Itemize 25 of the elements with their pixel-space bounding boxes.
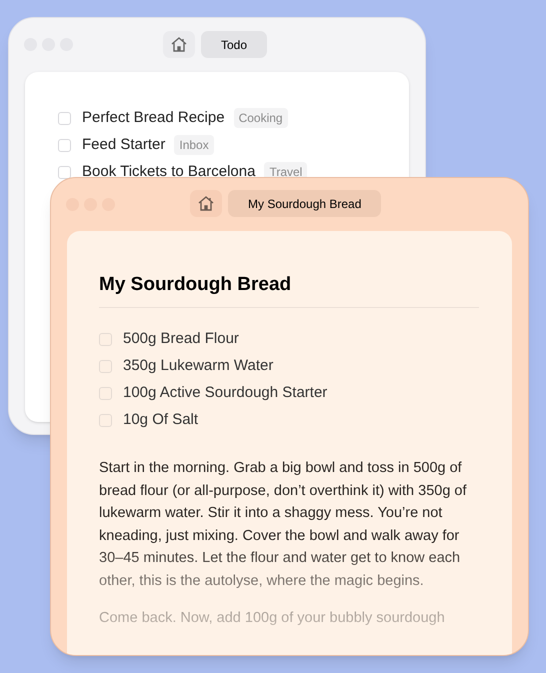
checkbox[interactable] [58, 138, 71, 152]
tag: Cooking [234, 108, 288, 128]
ingredient-label: 10g Of Salt [123, 410, 198, 430]
tag: Inbox [174, 135, 214, 155]
checkbox[interactable] [99, 360, 112, 372]
checkbox[interactable] [58, 112, 71, 124]
checkbox[interactable] [58, 166, 71, 178]
checkbox[interactable] [99, 414, 112, 426]
ingredient-label: 500g Bread Flour [123, 328, 239, 349]
home-button[interactable] [163, 31, 195, 58]
checkbox[interactable] [99, 386, 112, 400]
home-button[interactable] [190, 190, 222, 217]
paragraph: Start in the morning. Grab a big bowl and toss in 500g of bread flour (or all-purpose, don’t overthink it) with 350g of lukewarm water. Stir it into a shaggy mess. You’re not kneading, just mixing. Cover the bowl and walk away for 30–45 minutes. Let the flour and water get to know each other, this is the autolyse, where the magic begins. [99, 459, 468, 590]
paragraph: Come back. Now, add 100g of your bubbly sourdough [99, 609, 446, 628]
tab[interactable]: Todo [201, 31, 268, 58]
todo-title: Book Tickets to Barcelona [82, 162, 256, 182]
todo-title: Perfect Bread Recipe [82, 108, 225, 128]
ingredient-label: 100g Active Sourdough Starter [123, 382, 328, 403]
tab[interactable]: My Sourdough Bread [228, 190, 382, 217]
ingredient-label: 350g Lukewarm Water [123, 356, 274, 376]
home-icon [197, 195, 215, 212]
todo-title: Feed Starter [82, 134, 166, 155]
recipe-title: My Sourdough Bread [99, 273, 292, 297]
home-icon [170, 36, 188, 53]
checkbox[interactable] [99, 332, 112, 346]
